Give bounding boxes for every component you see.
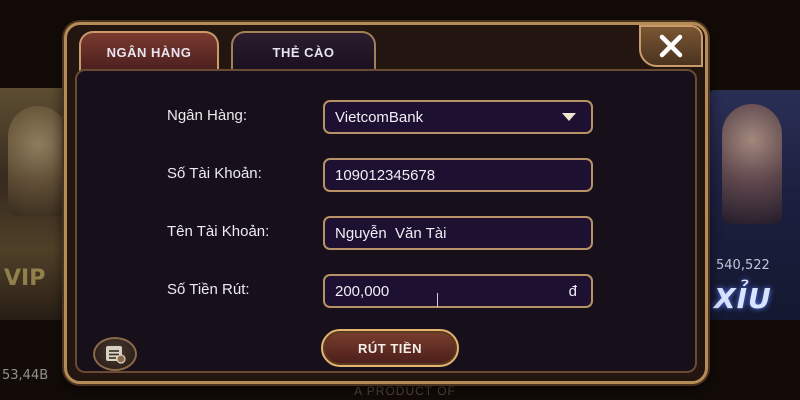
close-icon (659, 34, 683, 58)
form-panel: Ngân Hàng: VietcomBank Số Tài Khoản: 109… (75, 69, 697, 373)
amount-value: 200,000 (335, 282, 390, 300)
history-button[interactable] (93, 337, 137, 371)
account-name-value: Nguyễn Văn Tài (335, 224, 447, 242)
tab-bank[interactable]: NGÂN HÀNG (79, 31, 219, 71)
background-game-card-right: 540,522 XỈU (708, 90, 800, 320)
bank-select-value: VietcomBank (335, 108, 424, 126)
account-number-label: Số Tài Khoản: (167, 165, 262, 182)
currency-symbol: đ (568, 283, 577, 300)
amount-field[interactable]: 200,000 đ (323, 274, 593, 308)
withdraw-dialog: NGÂN HÀNG THẺ CÀO Ngân Hàng: VietcomBank… (64, 22, 708, 384)
tab-bank-label: NGÂN HÀNG (106, 44, 192, 60)
game-logo-left: VIP (4, 266, 46, 291)
tab-scratch-card[interactable]: THẺ CÀO (231, 31, 376, 71)
account-name-field[interactable]: Nguyễn Văn Tài (323, 216, 593, 250)
account-name-label: Tên Tài Khoản: (167, 223, 270, 240)
withdraw-button-label: RÚT TIỀN (358, 340, 422, 356)
history-icon (106, 346, 126, 364)
game-art-left (8, 106, 68, 216)
text-cursor (437, 293, 438, 307)
footer-text: A PRODUCT OF (354, 384, 456, 398)
bank-select[interactable]: VietcomBank (323, 100, 593, 134)
jackpot-counter-right: 540,522 (716, 258, 770, 273)
game-title-right: XỈU (714, 282, 772, 315)
game-art-right (722, 104, 782, 224)
bank-label: Ngân Hàng: (167, 107, 248, 124)
account-number-field[interactable]: 109012345678 (323, 158, 593, 192)
jackpot-counter-left: 53,44B (2, 368, 49, 383)
account-number-value: 109012345678 (335, 166, 436, 184)
caret-down-icon (562, 113, 576, 121)
tab-scratch-card-label: THẺ CÀO (272, 44, 335, 60)
withdraw-button[interactable]: RÚT TIỀN (321, 329, 459, 367)
amount-label: Số Tiền Rút: (167, 281, 250, 298)
close-button[interactable] (639, 25, 703, 67)
